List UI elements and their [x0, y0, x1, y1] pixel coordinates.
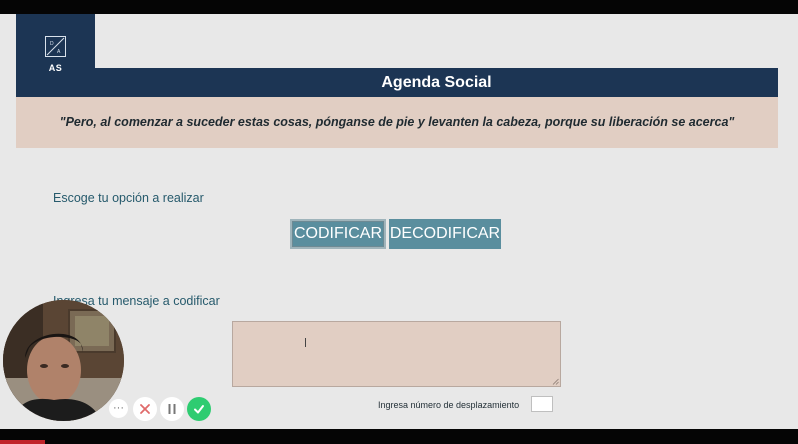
logo-mark-icon: D A — [45, 36, 66, 57]
pause-icon — [168, 404, 176, 414]
top-letterbox — [0, 0, 798, 14]
cancel-recording-button[interactable] — [133, 397, 157, 421]
quote-banner: "Pero, al comenzar a suceder estas cosas… — [16, 97, 778, 148]
shift-input[interactable] — [531, 396, 553, 412]
webcam-overlay — [3, 300, 124, 421]
message-textarea[interactable] — [232, 321, 561, 387]
more-icon: ··· — [113, 402, 124, 414]
svg-text:D: D — [50, 41, 54, 47]
page-title: Agenda Social — [381, 74, 492, 91]
shift-label: Ingresa número de desplazamiento — [378, 400, 520, 410]
bottom-letterbox — [0, 429, 798, 444]
check-icon — [194, 405, 204, 414]
finish-recording-button[interactable] — [187, 397, 211, 421]
encode-button[interactable]: CODIFICAR — [290, 219, 386, 249]
pause-recording-button[interactable] — [160, 397, 184, 421]
decode-button[interactable]: DECODIFICAR — [389, 219, 501, 249]
svg-text:A: A — [57, 49, 61, 55]
resize-handle-icon[interactable] — [552, 378, 559, 385]
close-icon — [140, 404, 150, 414]
text-cursor-icon — [305, 338, 306, 347]
quote-text: "Pero, al comenzar a suceder estas cosas… — [59, 115, 735, 129]
logo-text: AS — [48, 63, 63, 73]
more-options-button[interactable]: ··· — [109, 399, 128, 418]
option-label: Escoge tu opción a realizar — [53, 191, 204, 205]
webcam-person-image — [3, 300, 124, 421]
logo[interactable]: D A AS — [16, 14, 95, 97]
title-bar: Agenda Social — [16, 68, 778, 97]
playback-progress — [0, 440, 45, 444]
